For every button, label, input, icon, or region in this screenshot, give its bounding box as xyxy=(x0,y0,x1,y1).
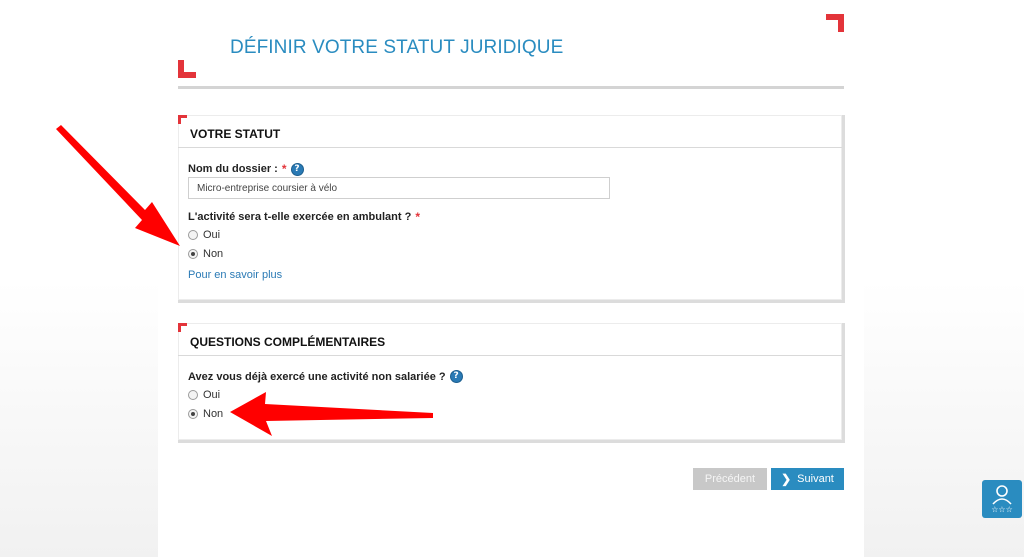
panel-heading: VOTRE STATUT xyxy=(178,115,842,148)
radio-label: Oui xyxy=(203,389,221,401)
help-icon[interactable]: ? xyxy=(449,370,463,383)
radio-button[interactable] xyxy=(188,230,198,240)
dossier-label: Nom du dossier : * ? xyxy=(188,162,304,176)
ambulant-question-text: L'activité sera t-elle exercée en ambula… xyxy=(188,211,412,223)
radio-label: Non xyxy=(203,408,224,420)
dossier-name-input[interactable] xyxy=(188,177,610,199)
panel-corner-marker xyxy=(178,115,187,124)
corner-marker-bottom-left xyxy=(178,60,196,78)
radio-label: Oui xyxy=(203,229,221,241)
required-asterisk-icon: * xyxy=(281,162,287,176)
ambulant-radio-oui[interactable]: Oui xyxy=(188,229,220,241)
previous-button-label: Précédent xyxy=(704,473,756,485)
svg-text:☆☆☆: ☆☆☆ xyxy=(991,505,1013,514)
panel-questions-complementaires: QUESTIONS COMPLÉMENTAIRES Avez vous déjà… xyxy=(178,323,845,443)
panel-votre-statut: VOTRE STATUT Nom du dossier : * ? L'acti… xyxy=(178,115,845,303)
non-salariee-question-text: Avez vous déjà exercé une activité non s… xyxy=(188,370,446,383)
page-title: DÉFINIR VOTRE STATUT JURIDIQUE xyxy=(230,37,564,58)
corner-marker-top-right xyxy=(826,14,844,32)
panel-heading: QUESTIONS COMPLÉMENTAIRES xyxy=(178,323,842,356)
dossier-label-text: Nom du dossier : xyxy=(188,163,278,175)
chevron-right-icon: ❯ xyxy=(781,472,792,486)
help-icon[interactable]: ? xyxy=(290,162,304,176)
next-button[interactable]: ❯ Suivant xyxy=(771,468,844,490)
required-asterisk-icon: * xyxy=(415,210,420,224)
ambulant-radio-non[interactable]: Non xyxy=(188,248,223,260)
learn-more-link[interactable]: Pour en savoir plus xyxy=(188,269,282,281)
support-widget-button[interactable]: ☆☆☆ xyxy=(982,480,1022,518)
radio-button[interactable] xyxy=(188,409,198,419)
non-salariee-radio-oui[interactable]: Oui xyxy=(188,389,220,401)
previous-button[interactable]: Précédent xyxy=(693,468,767,490)
non-salariee-question-label: Avez vous déjà exercé une activité non s… xyxy=(188,370,463,383)
ambulant-question-label: L'activité sera t-elle exercée en ambula… xyxy=(188,210,420,224)
panel-corner-marker xyxy=(178,323,187,332)
non-salariee-radio-non[interactable]: Non xyxy=(188,408,223,420)
title-divider xyxy=(178,86,844,89)
radio-label: Non xyxy=(203,248,224,260)
radio-button[interactable] xyxy=(188,390,198,400)
radio-button[interactable] xyxy=(188,249,198,259)
next-button-label: Suivant xyxy=(797,473,834,485)
support-agent-icon: ☆☆☆ xyxy=(991,485,1013,514)
